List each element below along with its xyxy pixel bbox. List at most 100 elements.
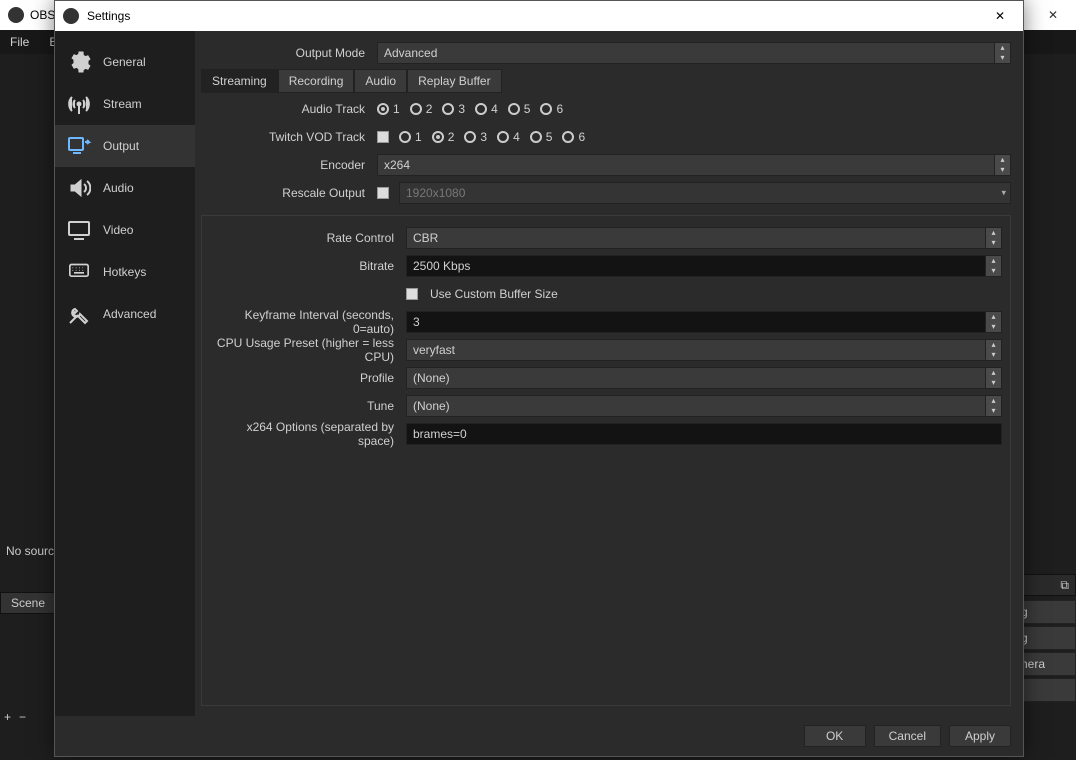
vod-track-5[interactable]: 5 xyxy=(530,130,553,144)
main-close-button[interactable]: ✕ xyxy=(1030,0,1076,30)
number-spinner-icon[interactable]: ▴▾ xyxy=(985,312,1001,332)
custom-buffer-label: Use Custom Buffer Size xyxy=(430,287,558,301)
audio-track-3[interactable]: 3 xyxy=(442,102,465,116)
encoder-label: Encoder xyxy=(201,158,371,172)
output-tabs: Streaming Recording Audio Replay Buffer xyxy=(201,69,1011,93)
select-spinner-icon: ▴▾ xyxy=(985,396,1001,416)
audio-track-5[interactable]: 5 xyxy=(508,102,531,116)
audio-track-1[interactable]: 1 xyxy=(377,102,400,116)
gear-icon xyxy=(65,48,93,76)
sidebar-item-hotkeys[interactable]: Hotkeys xyxy=(55,251,195,293)
output-mode-label: Output Mode xyxy=(201,46,371,60)
tab-replay-buffer[interactable]: Replay Buffer xyxy=(407,69,502,93)
output-icon xyxy=(65,132,93,160)
sidebar-item-video[interactable]: Video xyxy=(55,209,195,251)
settings-sidebar: General Stream Output Audio xyxy=(55,31,195,716)
dialog-close-button[interactable]: ✕ xyxy=(977,1,1023,31)
sidebar-item-output[interactable]: Output xyxy=(55,125,195,167)
remove-scene-button[interactable]: − xyxy=(19,710,26,724)
tab-recording[interactable]: Recording xyxy=(278,69,355,93)
tab-streaming[interactable]: Streaming xyxy=(201,69,278,93)
dock-popout-icon: ⧉ xyxy=(1060,578,1069,593)
right-button-1[interactable]: g xyxy=(1016,600,1076,624)
audio-track-6[interactable]: 6 xyxy=(540,102,563,116)
scene-tab[interactable]: Scene xyxy=(0,592,56,614)
cpu-preset-select[interactable]: veryfast ▴▾ xyxy=(406,339,1002,361)
sidebar-item-audio[interactable]: Audio xyxy=(55,167,195,209)
audio-track-radios: 1 2 3 4 5 6 xyxy=(377,102,563,116)
sidebar-item-label: Video xyxy=(103,223,133,237)
monitor-icon xyxy=(65,216,93,244)
ok-button[interactable]: OK xyxy=(804,725,866,747)
rescale-resolution-select[interactable]: 1920x1080 ▾ xyxy=(399,182,1011,204)
keyframe-label: Keyframe Interval (seconds, 0=auto) xyxy=(210,308,400,336)
audio-track-4[interactable]: 4 xyxy=(475,102,498,116)
bitrate-label: Bitrate xyxy=(210,259,400,273)
controls-dock-header[interactable]: ⧉ xyxy=(1016,574,1076,596)
apply-button[interactable]: Apply xyxy=(949,725,1011,747)
dialog-footer: OK Cancel Apply xyxy=(55,716,1023,756)
dialog-title: Settings xyxy=(87,9,130,23)
profile-select[interactable]: (None) ▴▾ xyxy=(406,367,1002,389)
vod-track-1[interactable]: 1 xyxy=(399,130,422,144)
antenna-icon xyxy=(65,90,93,118)
right-button-2[interactable]: g xyxy=(1016,626,1076,650)
x264-opts-input[interactable]: brames=0 xyxy=(406,423,1002,445)
vod-track-radios: 1 2 3 4 5 6 xyxy=(399,130,585,144)
main-window-title: OBS xyxy=(30,8,55,22)
tools-icon xyxy=(65,300,93,328)
sidebar-item-advanced[interactable]: Advanced xyxy=(55,293,195,335)
sidebar-item-general[interactable]: General xyxy=(55,41,195,83)
obs-app-icon xyxy=(8,7,24,23)
cancel-button[interactable]: Cancel xyxy=(874,725,941,747)
vod-track-enable-checkbox[interactable] xyxy=(377,131,389,143)
vod-track-4[interactable]: 4 xyxy=(497,130,520,144)
add-scene-button[interactable]: + xyxy=(4,710,11,724)
keyboard-icon xyxy=(65,258,93,286)
right-button-4[interactable] xyxy=(1016,678,1076,702)
custom-buffer-checkbox[interactable] xyxy=(406,288,418,300)
menu-file[interactable]: File xyxy=(0,35,39,49)
select-spinner-icon: ▴▾ xyxy=(994,43,1010,63)
sidebar-item-stream[interactable]: Stream xyxy=(55,83,195,125)
encoder-select[interactable]: x264 ▴▾ xyxy=(377,154,1011,176)
tune-select[interactable]: (None) ▴▾ xyxy=(406,395,1002,417)
select-spinner-icon: ▴▾ xyxy=(994,155,1010,175)
audio-track-2[interactable]: 2 xyxy=(410,102,433,116)
rescale-checkbox[interactable] xyxy=(377,187,389,199)
no-sources-label: No sourc xyxy=(6,544,54,558)
encoder-settings-group: Rate Control CBR ▴▾ Bitrate 2500 Kbps ▴▾ xyxy=(201,215,1011,706)
keyframe-input[interactable]: 3 ▴▾ xyxy=(406,311,1002,333)
tab-audio[interactable]: Audio xyxy=(354,69,407,93)
number-spinner-icon[interactable]: ▴▾ xyxy=(985,256,1001,276)
rate-control-select[interactable]: CBR ▴▾ xyxy=(406,227,1002,249)
sidebar-item-label: Stream xyxy=(103,97,142,111)
sidebar-item-label: Audio xyxy=(103,181,134,195)
speaker-icon xyxy=(65,174,93,202)
audio-track-label: Audio Track xyxy=(201,102,371,116)
obs-dialog-icon xyxy=(63,8,79,24)
select-spinner-icon: ▴▾ xyxy=(985,228,1001,248)
vod-track-label: Twitch VOD Track xyxy=(201,130,371,144)
dialog-titlebar: Settings ✕ xyxy=(55,1,1023,31)
vod-track-2[interactable]: 2 xyxy=(432,130,455,144)
sidebar-item-label: General xyxy=(103,55,146,69)
select-spinner-icon: ▴▾ xyxy=(985,368,1001,388)
tune-label: Tune xyxy=(210,399,400,413)
rate-control-label: Rate Control xyxy=(210,231,400,245)
rescale-label: Rescale Output xyxy=(201,186,371,200)
sidebar-item-label: Advanced xyxy=(103,307,156,321)
profile-label: Profile xyxy=(210,371,400,385)
vod-track-6[interactable]: 6 xyxy=(562,130,585,144)
output-mode-select[interactable]: Advanced ▴▾ xyxy=(377,42,1011,64)
close-icon: ✕ xyxy=(995,9,1005,23)
cpu-preset-label: CPU Usage Preset (higher = less CPU) xyxy=(210,336,400,364)
chevron-down-icon: ▾ xyxy=(1001,188,1006,199)
vod-track-3[interactable]: 3 xyxy=(464,130,487,144)
right-button-3[interactable]: nera xyxy=(1016,652,1076,676)
sidebar-item-label: Output xyxy=(103,139,139,153)
bitrate-input[interactable]: 2500 Kbps ▴▾ xyxy=(406,255,1002,277)
settings-dialog: Settings ✕ General Stream Output xyxy=(54,0,1024,757)
settings-content: Output Mode Advanced ▴▾ Streaming Record… xyxy=(195,31,1023,716)
x264-opts-label: x264 Options (separated by space) xyxy=(210,420,400,448)
